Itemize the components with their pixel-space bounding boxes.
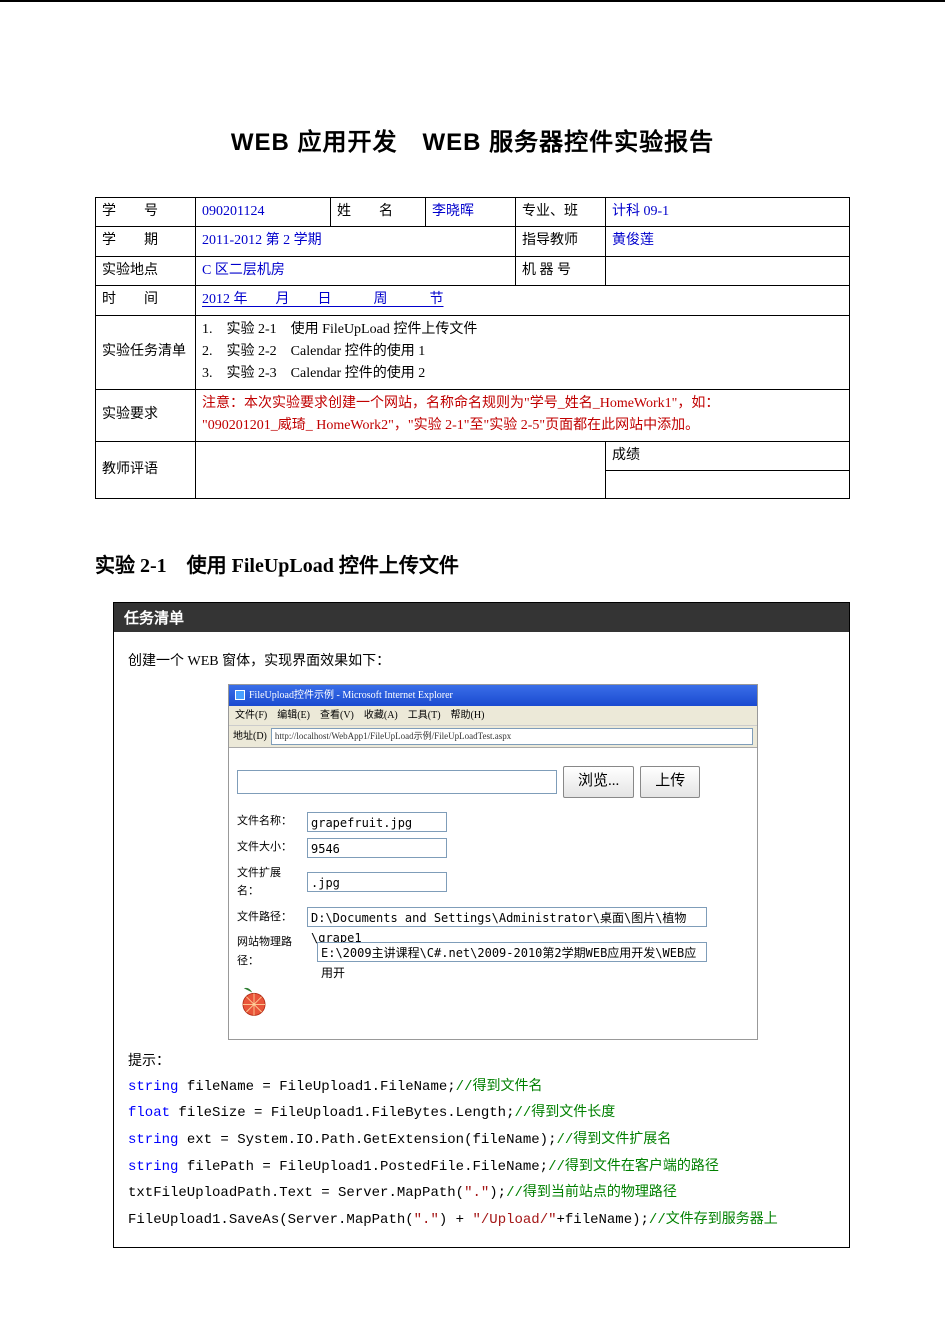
value-teacher-comment — [196, 441, 606, 498]
value-term: 2011-2012 第 2 学期 — [196, 227, 516, 256]
label-location: 实验地点 — [96, 256, 196, 285]
code-text: fileName = FileUpload1.FileName; — [178, 1079, 455, 1095]
value-sitepath[interactable]: E:\2009主讲课程\C#.net\2009-2010第2学期WEB应用开发\… — [317, 942, 707, 962]
comment: //得到当前站点的物理路径 — [506, 1185, 677, 1201]
code-text: filePath = FileUpload1.PostedFile.FileNa… — [178, 1159, 548, 1175]
string-literal: "." — [464, 1185, 489, 1201]
ie-icon — [235, 690, 245, 700]
label-machine: 机 器 号 — [516, 256, 606, 285]
code-text: ) + — [439, 1212, 473, 1228]
value-ext[interactable]: .jpg — [307, 872, 447, 892]
keyword: string — [128, 1159, 178, 1175]
value-major: 计科 09-1 — [606, 198, 850, 227]
code-text: +fileName); — [557, 1212, 649, 1228]
keyword: string — [128, 1132, 178, 1148]
value-machine — [606, 256, 850, 285]
comment: //得到文件扩展名 — [556, 1132, 671, 1148]
upload-button[interactable]: 上传 — [640, 766, 700, 798]
string-literal: "/Upload/" — [472, 1212, 556, 1228]
keyword: float — [128, 1105, 170, 1121]
task-item: 3. 实验 2-3 Calendar 控件的使用 2 — [202, 363, 843, 385]
value-task-list: 1. 实验 2-1 使用 FileUpLoad 控件上传文件 2. 实验 2-2… — [196, 315, 850, 389]
value-time: 2012 年 月 日 周 节 — [196, 286, 850, 315]
label-grade: 成绩 — [606, 441, 850, 470]
comment: //得到文件在客户端的路径 — [548, 1159, 719, 1175]
code-text: ); — [489, 1185, 506, 1201]
value-requirement: 注意：本次实验要求创建一个网站，名称命名规则为"学号_姓名_HomeWork1"… — [196, 389, 850, 441]
keyword: string — [128, 1079, 178, 1095]
document-title: WEB 应用开发 WEB 服务器控件实验报告 — [95, 122, 850, 157]
address-url: http://localhost/WebApp1/FileUpLoad示例/Fi… — [271, 728, 753, 745]
browser-title-text: FileUpload控件示例 - Microsoft Internet Expl… — [249, 687, 453, 704]
value-name: 李晓晖 — [426, 198, 516, 227]
value-student-id: 090201124 — [196, 198, 331, 227]
label-student-id: 学 号 — [96, 198, 196, 227]
task-item: 2. 实验 2-2 Calendar 控件的使用 1 — [202, 341, 843, 363]
section-heading: 实验 2-1 使用 FileUpLoad 控件上传文件 — [95, 549, 850, 578]
label-requirement: 实验要求 — [96, 389, 196, 441]
task-intro: 创建一个 WEB 窗体，实现界面效果如下： — [128, 650, 839, 674]
task-item: 1. 实验 2-1 使用 FileUpLoad 控件上传文件 — [202, 319, 843, 341]
browser-addressbar: 地址(D) http://localhost/WebApp1/FileUpLoa… — [229, 726, 757, 748]
value-filename[interactable]: grapefruit.jpg — [307, 812, 447, 832]
address-label: 地址(D) — [233, 728, 267, 745]
code-text: FileUpload1.SaveAs(Server.MapPath( — [128, 1212, 414, 1228]
hint-label: 提示： — [128, 1050, 839, 1074]
comment: //得到文件长度 — [514, 1105, 615, 1121]
string-literal: "." — [414, 1212, 439, 1228]
info-table: 学 号 090201124 姓 名 李晓晖 专业、班 计科 09-1 学 期 2… — [95, 197, 850, 499]
value-location: C 区二层机房 — [196, 256, 516, 285]
value-filepath[interactable]: D:\Documents and Settings\Administrator\… — [307, 907, 707, 927]
label-filesize: 文件大小： — [237, 838, 297, 857]
code-text: ext = System.IO.Path.GetExtension(fileNa… — [178, 1132, 556, 1148]
label-time: 时 间 — [96, 286, 196, 315]
label-filename: 文件名称： — [237, 812, 297, 831]
label-filepath: 文件路径： — [237, 908, 297, 927]
label-task-list: 实验任务清单 — [96, 315, 196, 389]
task-box: 任务清单 创建一个 WEB 窗体，实现界面效果如下： FileUpload控件示… — [113, 602, 850, 1248]
label-name: 姓 名 — [331, 198, 426, 227]
comment: //得到文件名 — [456, 1079, 543, 1095]
browse-button[interactable]: 浏览... — [563, 766, 634, 798]
label-advisor: 指导教师 — [516, 227, 606, 256]
browser-screenshot: FileUpload控件示例 - Microsoft Internet Expl… — [228, 684, 758, 1040]
requirement-line: "090201201_威琦_ HomeWork2"，"实验 2-1"至"实验 2… — [202, 415, 843, 437]
browser-menu: 文件(F) 编辑(E) 查看(V) 收藏(A) 工具(T) 帮助(H) — [229, 706, 757, 726]
value-filesize[interactable]: 9546 — [307, 838, 447, 858]
grapefruit-icon — [237, 984, 271, 1018]
code-block: string fileName = FileUpload1.FileName;/… — [128, 1074, 839, 1234]
value-grade — [606, 470, 850, 498]
label-major: 专业、班 — [516, 198, 606, 227]
code-text: fileSize = FileUpload1.FileBytes.Length; — [170, 1105, 514, 1121]
label-ext: 文件扩展名： — [237, 864, 297, 901]
comment: //文件存到服务器上 — [649, 1212, 778, 1228]
requirement-line: 注意：本次实验要求创建一个网站，名称命名规则为"学号_姓名_HomeWork1"… — [202, 393, 843, 415]
label-sitepath: 网站物理路径： — [237, 933, 307, 970]
value-advisor: 黄俊莲 — [606, 227, 850, 256]
file-input[interactable] — [237, 770, 557, 794]
task-box-header: 任务清单 — [114, 603, 849, 632]
code-text: txtFileUploadPath.Text = Server.MapPath( — [128, 1185, 464, 1201]
label-term: 学 期 — [96, 227, 196, 256]
label-teacher-comment: 教师评语 — [96, 441, 196, 498]
browser-titlebar: FileUpload控件示例 - Microsoft Internet Expl… — [229, 685, 757, 706]
